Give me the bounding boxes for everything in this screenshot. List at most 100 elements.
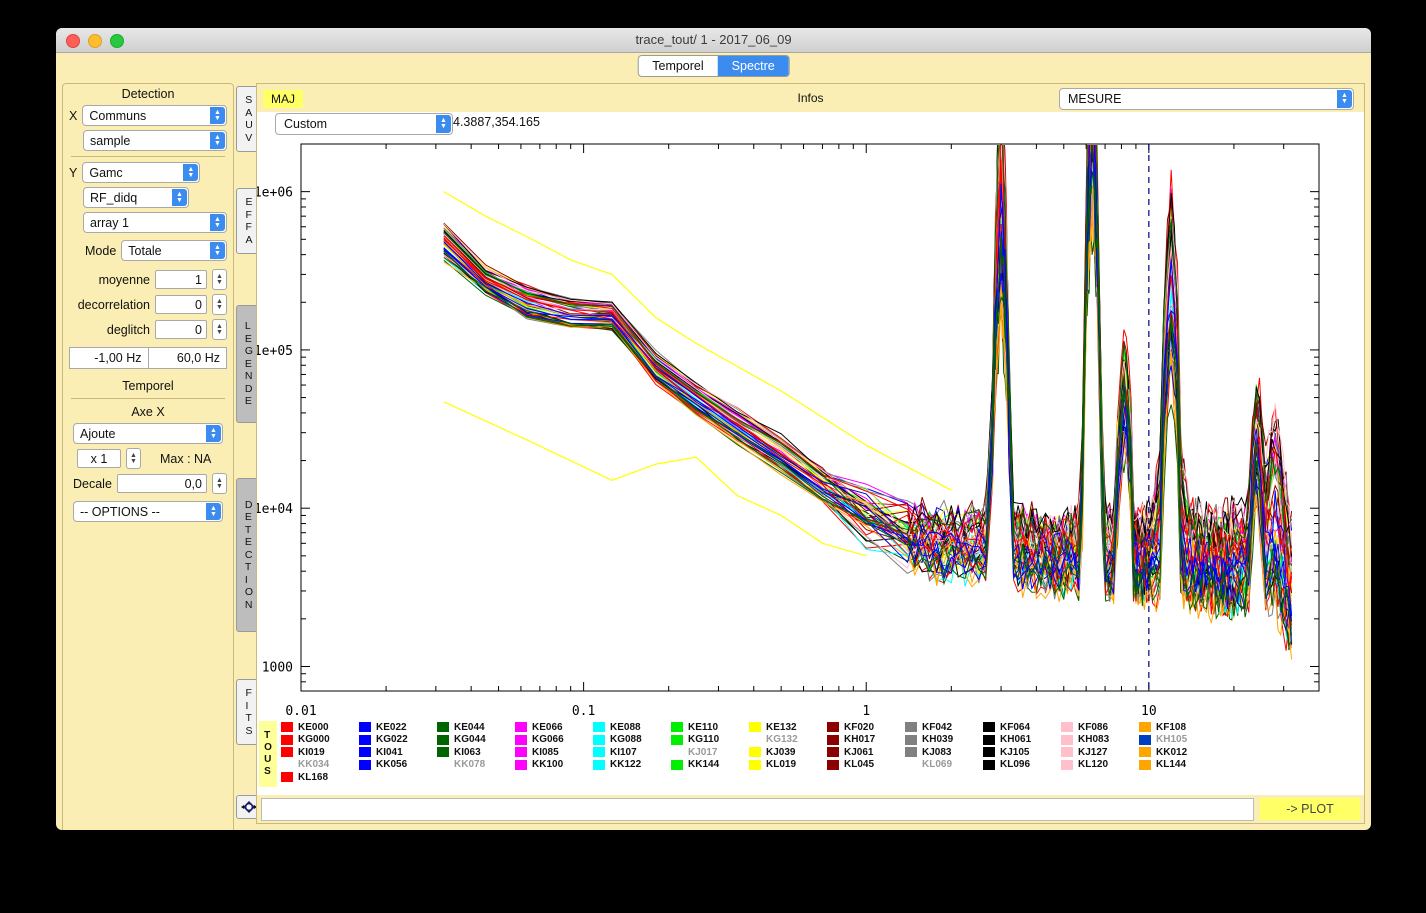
legend-color-swatch[interactable] xyxy=(281,722,293,732)
legend-color-swatch[interactable] xyxy=(749,735,761,745)
scale-preset-select[interactable]: Custom ▲▼ xyxy=(275,113,453,135)
legend-item[interactable]: KI107 xyxy=(593,746,671,758)
plot-button[interactable]: -> PLOT xyxy=(1260,798,1360,820)
chevron-updown-icon[interactable]: ▲▼ xyxy=(210,214,225,231)
legend-item[interactable]: KI063 xyxy=(437,746,515,758)
legend-item[interactable]: KG110 xyxy=(671,734,749,746)
legend-item[interactable]: KG022 xyxy=(359,734,437,746)
ajoute-select[interactable]: Ajoute ▲▼ xyxy=(73,423,223,444)
legend-color-swatch[interactable] xyxy=(515,747,527,757)
legend-item[interactable]: KH105 xyxy=(1139,734,1217,746)
chevron-updown-icon[interactable]: ▲▼ xyxy=(172,189,187,206)
legend-color-swatch[interactable] xyxy=(359,722,371,732)
legend-item[interactable]: KF020 xyxy=(827,721,905,733)
freq-max-input[interactable]: 60,0 Hz xyxy=(148,347,228,369)
spectrum-chart[interactable]: 0.010.111010001e+041e+051e+06 xyxy=(257,136,1364,771)
legend-item[interactable]: KI085 xyxy=(515,746,593,758)
legend-item[interactable]: KK100 xyxy=(515,759,593,771)
legend-color-swatch[interactable] xyxy=(359,760,371,770)
legend-item[interactable]: KL168 xyxy=(281,771,359,783)
x-source-select[interactable]: Communs ▲▼ xyxy=(82,105,227,126)
legend-item[interactable]: KE110 xyxy=(671,721,749,733)
legend-color-swatch[interactable] xyxy=(515,735,527,745)
legend-color-swatch[interactable] xyxy=(437,722,449,732)
legend-item[interactable]: KH083 xyxy=(1061,734,1139,746)
legend-color-swatch[interactable] xyxy=(905,760,917,770)
chevron-updown-icon[interactable]: ▲▼ xyxy=(210,242,225,259)
legend-color-swatch[interactable] xyxy=(1139,735,1151,745)
freq-min-input[interactable]: -1,00 Hz xyxy=(69,347,148,369)
legend-color-swatch[interactable] xyxy=(1139,760,1151,770)
moyenne-stepper[interactable]: ▲▼ xyxy=(212,269,227,290)
y-array-select[interactable]: array 1 ▲▼ xyxy=(83,212,227,233)
legend-color-swatch[interactable] xyxy=(437,735,449,745)
deglitch-stepper[interactable]: ▲▼ xyxy=(212,319,227,340)
legend-item[interactable]: KG000 xyxy=(281,734,359,746)
legend-item[interactable]: KJ083 xyxy=(905,746,983,758)
chevron-updown-icon[interactable]: ▲▼ xyxy=(436,115,451,133)
legend-color-swatch[interactable] xyxy=(1061,760,1073,770)
y-channel-select[interactable]: RF_didq ▲▼ xyxy=(83,187,189,208)
legend-item[interactable]: KI041 xyxy=(359,746,437,758)
multiplier-input[interactable]: x 1 xyxy=(77,449,121,468)
legend-item[interactable]: KK034 xyxy=(281,759,359,771)
mesure-select[interactable]: MESURE ▲▼ xyxy=(1059,88,1354,110)
legend-item[interactable]: KF064 xyxy=(983,721,1061,733)
chevron-updown-icon[interactable]: ▲▼ xyxy=(210,132,225,149)
legend-item[interactable]: KH017 xyxy=(827,734,905,746)
legend-item[interactable]: KL120 xyxy=(1061,759,1139,771)
legend-color-swatch[interactable] xyxy=(671,747,683,757)
legend-item[interactable]: KJ127 xyxy=(1061,746,1139,758)
chevron-updown-icon[interactable]: ▲▼ xyxy=(206,503,221,520)
legend-item[interactable]: KE088 xyxy=(593,721,671,733)
legend-item[interactable]: KH061 xyxy=(983,734,1061,746)
legend-color-swatch[interactable] xyxy=(515,722,527,732)
decale-stepper[interactable]: ▲▼ xyxy=(212,473,227,494)
x-sample-select[interactable]: sample ▲▼ xyxy=(83,130,227,151)
decorrelation-input[interactable]: 0 xyxy=(155,295,207,314)
chevron-updown-icon[interactable]: ▲▼ xyxy=(210,107,225,124)
legend-item[interactable]: KG066 xyxy=(515,734,593,746)
legend-color-swatch[interactable] xyxy=(983,722,995,732)
legend-item[interactable]: KJ105 xyxy=(983,746,1061,758)
legend-color-swatch[interactable] xyxy=(1061,722,1073,732)
legend-color-swatch[interactable] xyxy=(1139,747,1151,757)
legend-item[interactable]: KK012 xyxy=(1139,746,1217,758)
legend-color-swatch[interactable] xyxy=(671,760,683,770)
chevron-updown-icon[interactable]: ▲▼ xyxy=(206,425,221,442)
legend-item[interactable]: KE022 xyxy=(359,721,437,733)
legend-item[interactable]: KL096 xyxy=(983,759,1061,771)
mode-select[interactable]: Totale ▲▼ xyxy=(121,240,227,261)
legend-color-swatch[interactable] xyxy=(983,760,995,770)
legend-color-swatch[interactable] xyxy=(671,722,683,732)
chart-svg[interactable]: 0.010.111010001e+041e+051e+06 xyxy=(257,136,1362,771)
legend-color-swatch[interactable] xyxy=(359,747,371,757)
tab-temporel[interactable]: Temporel xyxy=(638,56,717,76)
legend-color-swatch[interactable] xyxy=(827,722,839,732)
tab-spectre[interactable]: Spectre xyxy=(718,56,789,76)
legend-color-swatch[interactable] xyxy=(983,735,995,745)
legend-item[interactable]: KG088 xyxy=(593,734,671,746)
legend-color-swatch[interactable] xyxy=(437,760,449,770)
legend-item[interactable]: KI019 xyxy=(281,746,359,758)
legend-item[interactable]: KJ017 xyxy=(671,746,749,758)
legend-color-swatch[interactable] xyxy=(905,747,917,757)
legend-item[interactable]: KJ061 xyxy=(827,746,905,758)
legend-item[interactable]: KE066 xyxy=(515,721,593,733)
decorrelation-stepper[interactable]: ▲▼ xyxy=(212,294,227,315)
legend-item[interactable]: KL045 xyxy=(827,759,905,771)
legend-item[interactable]: KL069 xyxy=(905,759,983,771)
legend-color-swatch[interactable] xyxy=(749,760,761,770)
legend-item[interactable]: KL144 xyxy=(1139,759,1217,771)
legend-color-swatch[interactable] xyxy=(1061,735,1073,745)
legend-color-swatch[interactable] xyxy=(827,747,839,757)
legend-color-swatch[interactable] xyxy=(905,722,917,732)
legend-item[interactable]: KF108 xyxy=(1139,721,1217,733)
deglitch-input[interactable]: 0 xyxy=(155,320,207,339)
moyenne-input[interactable]: 1 xyxy=(155,270,207,289)
legend-color-swatch[interactable] xyxy=(593,735,605,745)
legend-item[interactable]: KK056 xyxy=(359,759,437,771)
decale-input[interactable]: 0,0 xyxy=(117,474,207,493)
y-source-select[interactable]: Gamc ▲▼ xyxy=(82,162,200,183)
legend-color-swatch[interactable] xyxy=(983,747,995,757)
